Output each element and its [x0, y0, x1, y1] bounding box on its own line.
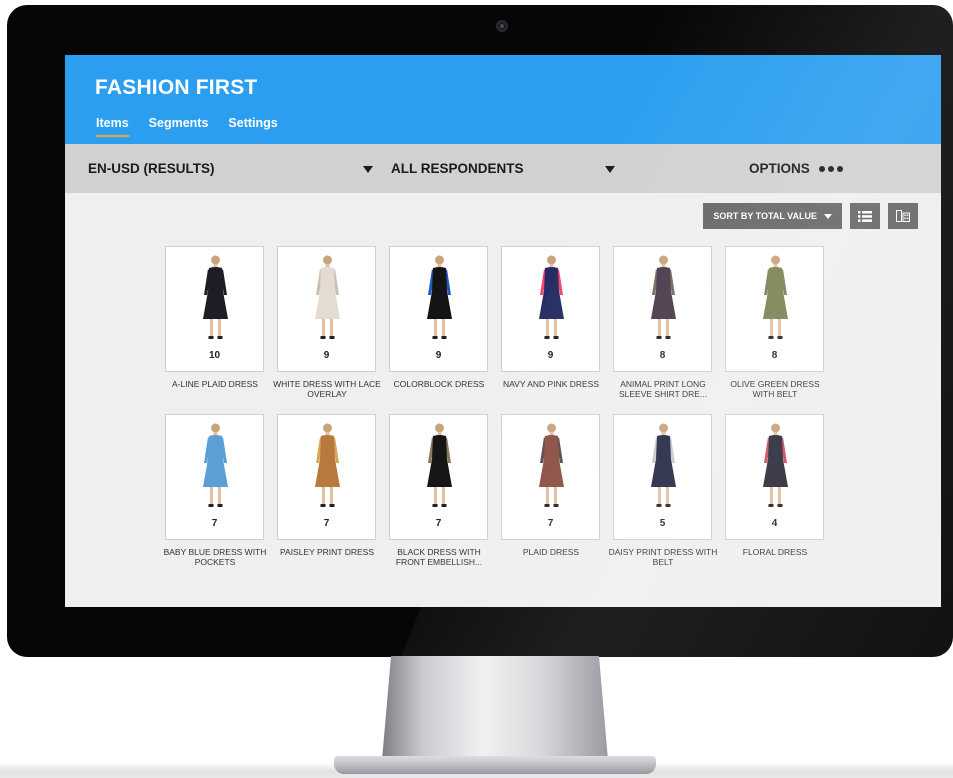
item-name: NAVY AND PINK DRESS: [502, 379, 600, 389]
item-name: DAISY PRINT DRESS WITH BELT: [608, 547, 718, 567]
item-card[interactable]: 8 OLIVE GREEN DRESS WITH BELT: [725, 246, 824, 399]
item-image[interactable]: 9: [277, 246, 376, 372]
options-label: OPTIONS: [749, 161, 810, 176]
item-card[interactable]: 7 BABY BLUE DRESS WITH POCKETS: [164, 414, 266, 567]
item-score: 10: [208, 350, 221, 361]
item-name: FLORAL DRESS: [742, 547, 808, 557]
item-name: BABY BLUE DRESS WITH POCKETS: [163, 547, 267, 567]
item-image[interactable]: 7: [165, 414, 264, 540]
app-header: FASHION FIRST Items Segments Settings: [65, 55, 941, 144]
respondents-select[interactable]: ALL RESPONDENTS: [391, 161, 524, 176]
list-view-button[interactable]: [850, 203, 880, 229]
item-score: 8: [659, 350, 666, 361]
item-image[interactable]: 5: [613, 414, 712, 540]
item-card[interactable]: 10 A-LINE PLAID DRESS: [165, 246, 264, 389]
more-dots-icon: [818, 165, 846, 172]
item-card[interactable]: 9 WHITE DRESS WITH LACE OVERLAY: [273, 246, 381, 399]
item-image[interactable]: 9: [501, 246, 600, 372]
item-name: ANIMAL PRINT LONG SLEEVE SHIRT DRE...: [618, 379, 708, 399]
item-score: 5: [659, 518, 666, 529]
item-image[interactable]: 10: [165, 246, 264, 372]
list-view-icon: [858, 210, 872, 222]
filter-bar: EN-USD (RESULTS) ALL RESPONDENTS OPTIONS: [65, 144, 941, 193]
sort-dropdown[interactable]: SORT BY TOTAL VALUE: [703, 203, 842, 229]
app-title: FASHION FIRST: [95, 76, 258, 99]
tab-bar: Items Segments Settings: [96, 116, 298, 137]
chevron-down-icon[interactable]: [605, 166, 615, 173]
grid-view-icon: [896, 210, 910, 222]
grid-view-button[interactable]: [888, 203, 918, 229]
dress-photo: [539, 255, 564, 339]
webcam-icon: [496, 20, 508, 32]
item-image[interactable]: 7: [389, 414, 488, 540]
dress-photo: [315, 423, 340, 507]
monitor-bezel: FASHION FIRST Items Segments Settings EN…: [7, 5, 953, 657]
dress-photo: [315, 255, 340, 339]
item-card[interactable]: 9 COLORBLOCK DRESS: [389, 246, 488, 389]
dress-photo: [203, 423, 228, 507]
item-name: A-LINE PLAID DRESS: [172, 379, 258, 389]
item-card[interactable]: 7 BLACK DRESS WITH FRONT EMBELLISH...: [389, 414, 488, 567]
dress-photo: [427, 423, 452, 507]
sort-label: SORT BY TOTAL VALUE: [713, 211, 817, 221]
locale-select[interactable]: EN-USD (RESULTS): [88, 161, 215, 176]
results-toolbar: SORT BY TOTAL VALUE: [703, 203, 918, 229]
item-image[interactable]: 4: [725, 414, 824, 540]
dress-photo: [427, 255, 452, 339]
item-score: 8: [771, 350, 778, 361]
item-image[interactable]: 8: [725, 246, 824, 372]
dress-photo: [763, 255, 788, 339]
item-card[interactable]: 7 PLAID DRESS: [501, 414, 600, 557]
app-screen: FASHION FIRST Items Segments Settings EN…: [65, 55, 941, 607]
dress-photo: [203, 255, 228, 339]
tab-settings[interactable]: Settings: [228, 116, 277, 137]
item-image[interactable]: 8: [613, 246, 712, 372]
item-score: 7: [211, 518, 218, 529]
item-name: WHITE DRESS WITH LACE OVERLAY: [273, 379, 381, 399]
item-name: PAISLEY PRINT DRESS: [279, 547, 374, 557]
item-name: COLORBLOCK DRESS: [393, 379, 485, 389]
chevron-down-icon: [824, 213, 832, 219]
item-name: PLAID DRESS: [522, 547, 580, 557]
item-card[interactable]: 5 DAISY PRINT DRESS WITH BELT: [609, 414, 717, 567]
item-card[interactable]: 7 PAISLEY PRINT DRESS: [277, 414, 376, 557]
item-score: 7: [435, 518, 442, 529]
item-score: 7: [547, 518, 554, 529]
item-score: 9: [547, 350, 554, 361]
item-score: 4: [771, 518, 778, 529]
dress-photo: [763, 423, 788, 507]
dress-photo: [539, 423, 564, 507]
dress-photo: [651, 255, 676, 339]
item-name: BLACK DRESS WITH FRONT EMBELLISH...: [395, 547, 483, 567]
item-score: 9: [435, 350, 442, 361]
item-image[interactable]: 7: [277, 414, 376, 540]
item-image[interactable]: 9: [389, 246, 488, 372]
item-card[interactable]: 4 FLORAL DRESS: [725, 414, 824, 557]
floor-shadow: [0, 762, 953, 778]
item-name: OLIVE GREEN DRESS WITH BELT: [730, 379, 820, 399]
tab-items[interactable]: Items: [96, 116, 129, 137]
item-score: 9: [323, 350, 330, 361]
dress-photo: [651, 423, 676, 507]
monitor-scene: FASHION FIRST Items Segments Settings EN…: [0, 0, 953, 778]
item-score: 7: [323, 518, 330, 529]
item-card[interactable]: 8 ANIMAL PRINT LONG SLEEVE SHIRT DRE...: [613, 246, 712, 399]
tab-segments[interactable]: Segments: [149, 116, 209, 137]
chevron-down-icon[interactable]: [363, 166, 373, 173]
item-card[interactable]: 9 NAVY AND PINK DRESS: [501, 246, 600, 389]
item-image[interactable]: 7: [501, 414, 600, 540]
options-menu[interactable]: OPTIONS: [749, 161, 846, 176]
monitor-stand: [382, 656, 608, 760]
